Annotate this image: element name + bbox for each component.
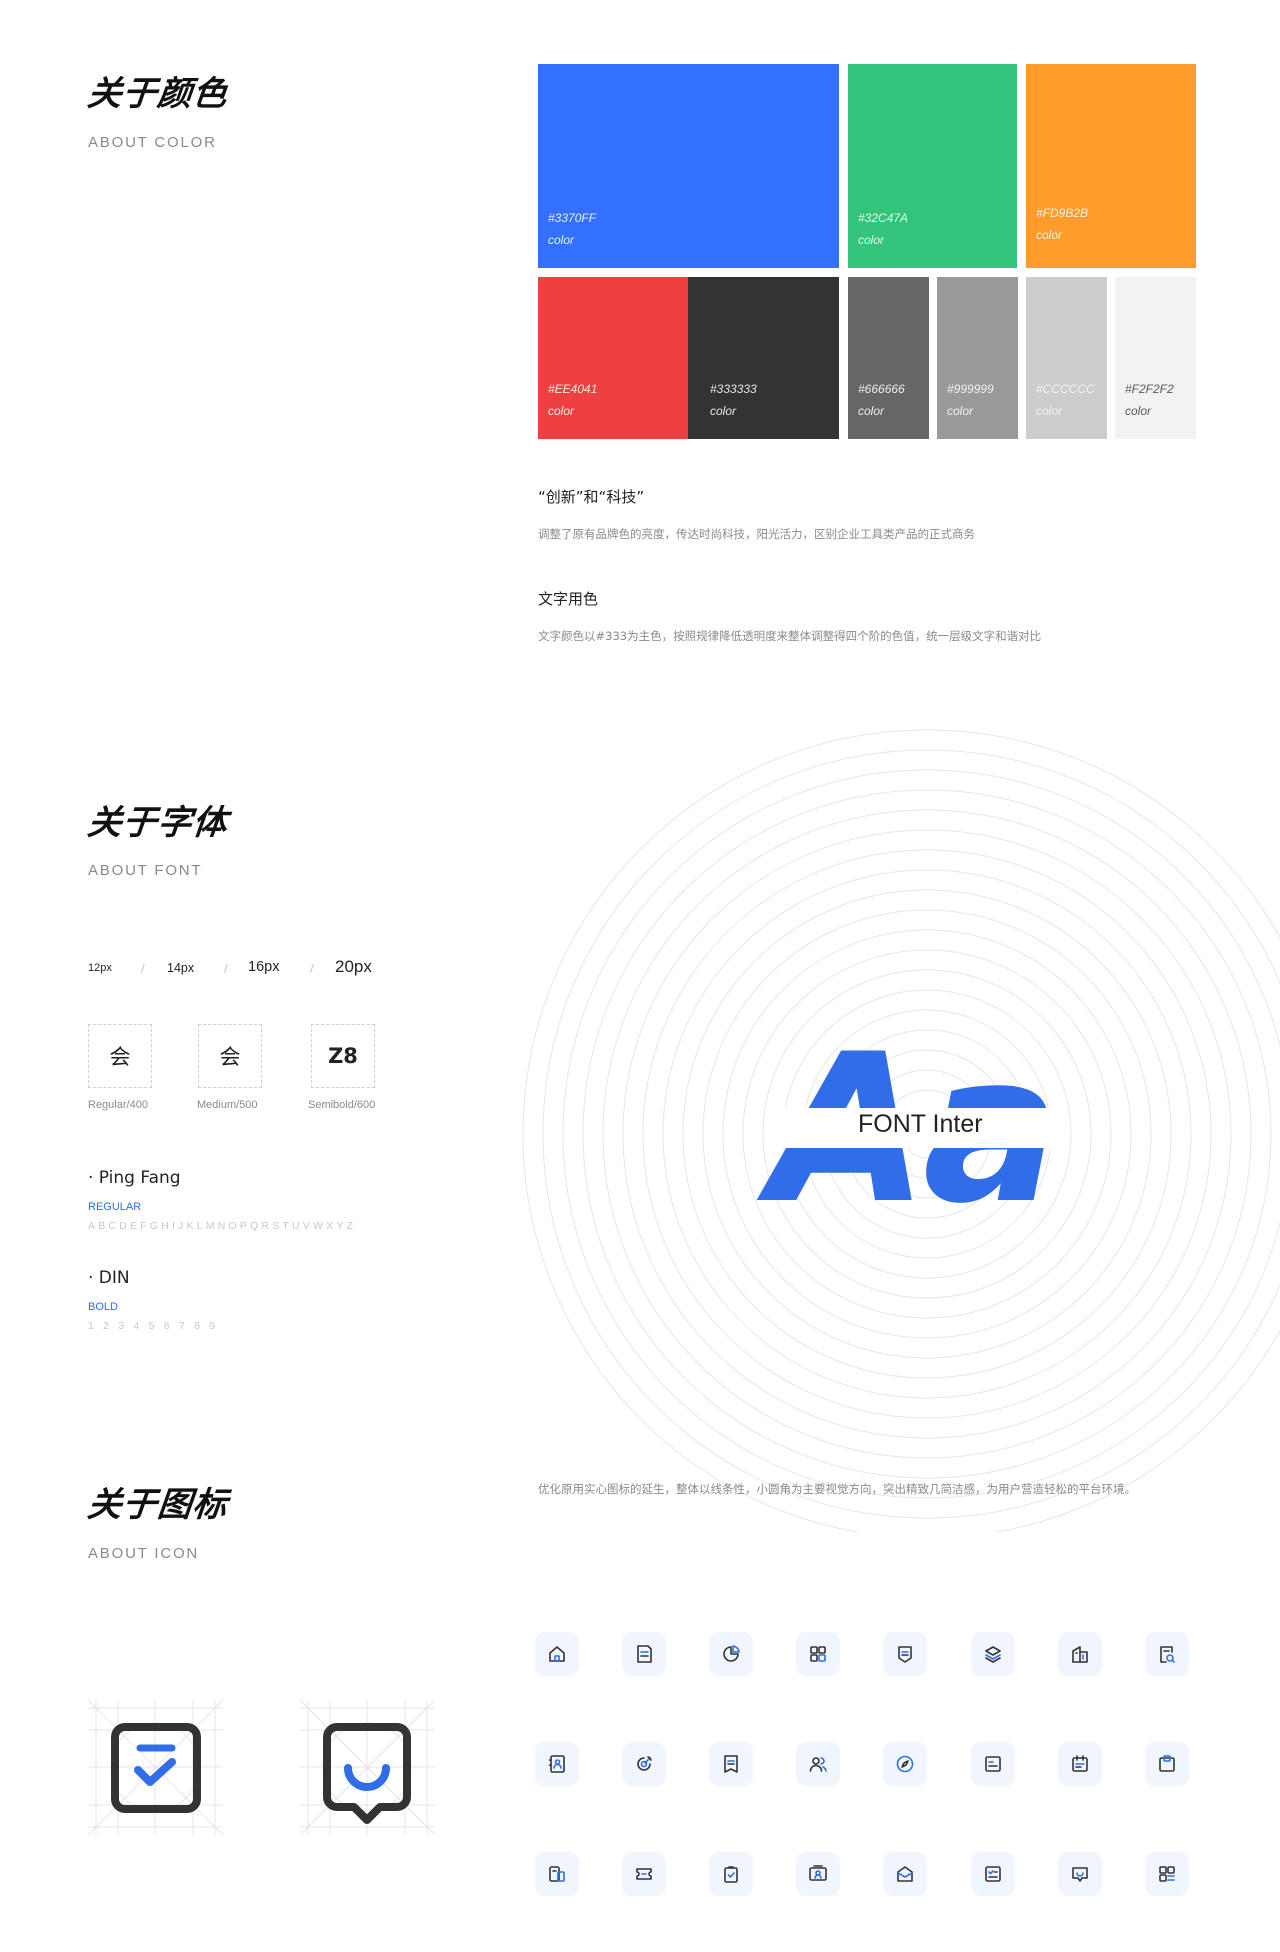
note-innovation-text: 调整了原有品牌色的亮度，传达时尚科技，阳光活力，区别企业工具类产品的正式商务 xyxy=(538,527,975,541)
family-pingfang-chars: ABCDEFGHIJKLMNOPQRSTUVWXYZ xyxy=(88,1220,357,1232)
family-din-chars: 1 2 3 4 5 6 7 8 9 xyxy=(88,1320,219,1332)
swatch-orange: #FD9B2B color xyxy=(1026,64,1196,268)
color-section-subtitle: ABOUT COLOR xyxy=(88,134,217,151)
weight-semibold-sample: Z8 xyxy=(311,1024,375,1088)
swatch-hex: #CCCCCC xyxy=(1036,382,1095,396)
swatch-label: color xyxy=(548,233,575,247)
swatch-label: color xyxy=(1036,404,1063,418)
family-din-name: · DIN xyxy=(88,1268,130,1288)
pie-chart-icon[interactable] xyxy=(709,1632,753,1676)
users-icon[interactable] xyxy=(796,1742,840,1786)
ticket-icon[interactable] xyxy=(622,1852,666,1896)
document-icon[interactable] xyxy=(622,1632,666,1676)
swatch-hex: #333333 xyxy=(710,382,757,396)
swatch-hex: #666666 xyxy=(858,382,905,396)
message-icon[interactable] xyxy=(1058,1852,1102,1896)
target-icon[interactable] xyxy=(622,1742,666,1786)
apps-icon[interactable] xyxy=(796,1632,840,1676)
swatch-gray-ccc: #CCCCCC color xyxy=(1026,277,1107,439)
swatch-gray-666: #666666 color xyxy=(848,277,929,439)
weight-semibold-label: Semibold/600 xyxy=(308,1099,376,1111)
mail-open-icon[interactable] xyxy=(883,1852,927,1896)
calendar-icon[interactable] xyxy=(1058,1742,1102,1786)
family-pingfang-name: · Ping Fang xyxy=(88,1168,181,1188)
swatch-label: color xyxy=(710,404,737,418)
contacts-icon[interactable] xyxy=(535,1742,579,1786)
swatch-red: #EE4041 color xyxy=(538,277,688,439)
weight-regular-sample: 会 xyxy=(88,1024,152,1088)
swatch-gray-999: #999999 color xyxy=(937,277,1018,439)
checklist-icon[interactable] xyxy=(971,1852,1015,1896)
font-section-subtitle: ABOUT FONT xyxy=(88,862,203,879)
swatch-label: color xyxy=(858,404,885,418)
building-icon[interactable] xyxy=(1058,1632,1102,1676)
family-din-style: BOLD xyxy=(88,1301,118,1313)
clipboard-icon[interactable] xyxy=(1145,1742,1189,1786)
font-section-title: 关于字体 xyxy=(85,803,230,843)
size-16: 16px xyxy=(248,959,280,975)
icon-section-subtitle: ABOUT ICON xyxy=(88,1545,200,1562)
font-hero-label: FONT Inter xyxy=(858,1110,983,1138)
color-section-title: 关于颜色 xyxy=(85,74,230,114)
shield-doc-icon[interactable] xyxy=(883,1632,927,1676)
weight-regular-label: Regular/400 xyxy=(88,1099,148,1111)
compass-icon[interactable] xyxy=(883,1742,927,1786)
size-separator: / xyxy=(141,962,145,975)
note-innovation-title: “创新”和“科技” xyxy=(538,488,645,506)
layers-icon[interactable] xyxy=(971,1632,1015,1676)
swatch-label: color xyxy=(858,233,885,247)
certificate-icon[interactable] xyxy=(796,1852,840,1896)
note-textcolor-text: 文字颜色以#333为主色，按照规律降低透明度来整体调整得四个阶的色值，统一层级文… xyxy=(538,629,1042,643)
swatch-blue: #3370FF color xyxy=(538,64,839,268)
size-14: 14px xyxy=(167,961,195,975)
swatch-label: color xyxy=(1125,404,1152,418)
home-icon[interactable] xyxy=(535,1632,579,1676)
family-pingfang-style: REGULAR xyxy=(88,1201,142,1213)
swatch-hex: #999999 xyxy=(947,382,994,396)
swatch-label: color xyxy=(947,404,974,418)
list-card-icon[interactable] xyxy=(971,1742,1015,1786)
swatch-label: color xyxy=(548,404,575,418)
swatch-label: color xyxy=(1036,228,1063,242)
search-doc-icon[interactable] xyxy=(1145,1632,1189,1676)
construction-grid-message-icon xyxy=(300,1700,435,1835)
icon-section-title: 关于图标 xyxy=(85,1485,230,1525)
swatch-gray-f2: #F2F2F2 color xyxy=(1115,277,1196,439)
device-icon[interactable] xyxy=(535,1852,579,1896)
swatch-gray-333: #333333 color xyxy=(688,277,839,439)
size-separator: / xyxy=(310,962,314,975)
swatch-hex: #32C47A xyxy=(858,211,909,225)
construction-grid-check-icon xyxy=(88,1700,223,1835)
size-12: 12px xyxy=(88,962,112,974)
size-separator: / xyxy=(224,962,228,975)
weight-medium-label: Medium/500 xyxy=(197,1099,258,1111)
size-20: 20px xyxy=(335,957,372,976)
swatch-hex: #3370FF xyxy=(548,211,597,225)
swatch-green: #32C47A color xyxy=(848,64,1017,268)
icon-section-description: 优化原用实心图标的延生，整体以线条性，小圆角为主要视觉方向，突出精致几简洁感，为… xyxy=(538,1482,1136,1496)
check-clipboard-icon[interactable] xyxy=(709,1852,753,1896)
note-textcolor-title: 文字用色 xyxy=(538,590,599,608)
qr-grid-icon[interactable] xyxy=(1145,1852,1189,1896)
bookmark-doc-icon[interactable] xyxy=(709,1742,753,1786)
swatch-hex: #EE4041 xyxy=(548,382,598,396)
swatch-hex: #FD9B2B xyxy=(1036,206,1089,220)
swatch-hex: #F2F2F2 xyxy=(1125,382,1174,396)
weight-medium-sample: 会 xyxy=(198,1024,262,1088)
